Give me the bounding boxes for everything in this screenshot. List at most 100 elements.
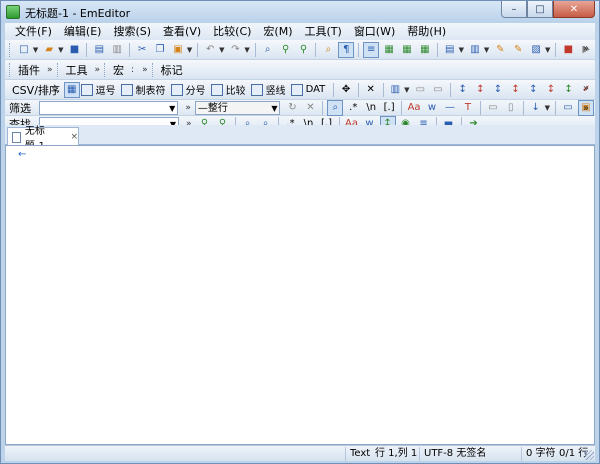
filter-arrow-dropdown-icon[interactable]: ▼ bbox=[545, 104, 550, 112]
config-dropdown-icon[interactable]: ▼ bbox=[459, 46, 464, 54]
new-dropdown-icon[interactable]: ▼ bbox=[33, 46, 38, 54]
menu-tools[interactable]: 工具(T) bbox=[299, 23, 348, 40]
record-macro-icon[interactable]: ■ bbox=[560, 42, 576, 58]
font-icon[interactable]: ▥ bbox=[467, 42, 483, 58]
sort-len-desc-icon[interactable]: ↕ bbox=[543, 82, 559, 98]
split-icon[interactable]: ▭ bbox=[413, 82, 429, 98]
toolbar-grip[interactable] bbox=[9, 42, 12, 57]
undo-dropdown-icon[interactable]: ▼ bbox=[219, 46, 224, 54]
menu-help[interactable]: 帮助(H) bbox=[401, 23, 452, 40]
print-icon[interactable]: ▤ bbox=[91, 42, 107, 58]
title-bar[interactable]: 无标题-1 - EmEditor – □ ✕ bbox=[1, 1, 599, 23]
columns-icon[interactable]: ▥ bbox=[387, 82, 403, 98]
paste-dropdown-icon[interactable]: ▼ bbox=[187, 46, 192, 54]
move-cursor-icon[interactable]: ✥ bbox=[338, 82, 354, 98]
sort-num-desc-icon[interactable]: ↕ bbox=[508, 82, 524, 98]
tools-icon[interactable]: ✕ bbox=[363, 82, 379, 98]
outline-icon[interactable]: ▧ bbox=[528, 42, 544, 58]
save-icon[interactable]: ■ bbox=[67, 42, 83, 58]
replace-icon[interactable]: ⚲ bbox=[296, 42, 312, 58]
line-icon[interactable]: — bbox=[442, 100, 458, 116]
menu-window[interactable]: 窗口(W) bbox=[348, 23, 401, 40]
sort-desc-icon[interactable]: ↕ bbox=[472, 82, 488, 98]
sort-asc-icon[interactable]: ↕ bbox=[455, 82, 471, 98]
whole-word-icon[interactable]: [.] bbox=[381, 100, 397, 116]
paste-icon[interactable]: ▣ bbox=[170, 42, 186, 58]
filter-input[interactable]: ▼ bbox=[38, 100, 179, 115]
wrap-window-icon[interactable]: ▦ bbox=[381, 42, 397, 58]
chevron-down-icon[interactable]: ▼ bbox=[271, 104, 277, 113]
tools-label[interactable]: 工具 bbox=[63, 62, 91, 78]
macros-label[interactable]: 宏 bbox=[110, 62, 127, 78]
font-dropdown-icon[interactable]: ▼ bbox=[484, 46, 489, 54]
markers-label[interactable]: 标记 bbox=[158, 62, 186, 78]
match-case-icon[interactable]: Aa bbox=[406, 100, 422, 116]
plugins-overflow-icon[interactable]: » bbox=[47, 65, 53, 75]
copy-icon[interactable]: ❐ bbox=[152, 42, 168, 58]
columns-dropdown-icon[interactable]: ▼ bbox=[404, 86, 409, 94]
close-button[interactable]: ✕ bbox=[553, 1, 595, 18]
undo-icon[interactable]: ↶ bbox=[202, 42, 218, 58]
maximize-button[interactable]: □ bbox=[527, 1, 553, 18]
redo-icon[interactable]: ↷ bbox=[228, 42, 244, 58]
plugins-label[interactable]: 插件 bbox=[15, 62, 43, 78]
toolbar-overflow-icon[interactable]: » bbox=[583, 43, 589, 54]
status-position[interactable]: 行 1,列 1 bbox=[371, 447, 417, 461]
escape-icon[interactable]: \n bbox=[363, 100, 379, 116]
open-folder-icon[interactable]: ▰ bbox=[41, 42, 57, 58]
join-icon[interactable]: ▭ bbox=[430, 82, 446, 98]
minimize-button[interactable]: – bbox=[501, 1, 527, 18]
sort-num-asc-icon[interactable]: ↕ bbox=[490, 82, 506, 98]
toolbar-grip[interactable] bbox=[151, 62, 155, 77]
status-encoding[interactable]: UTF-8 无签名 bbox=[419, 447, 486, 461]
tab-close-icon[interactable]: × bbox=[70, 132, 78, 142]
csv-toolbar-overflow-icon[interactable]: » bbox=[583, 83, 589, 94]
menu-file[interactable]: 文件(F) bbox=[9, 23, 58, 40]
find-in-files-icon[interactable]: ⌕ bbox=[320, 42, 336, 58]
toolbar-grip[interactable] bbox=[9, 62, 12, 77]
menu-edit[interactable]: 编辑(E) bbox=[58, 23, 108, 40]
outline-dropdown-icon[interactable]: ▼ bbox=[545, 46, 550, 54]
csv-semicolon-button[interactable]: 分号 bbox=[170, 82, 206, 97]
csv-pipe-button[interactable]: 竖线 bbox=[250, 82, 286, 97]
menu-search[interactable]: 搜索(S) bbox=[107, 23, 157, 40]
chevron-down-icon[interactable]: ▼ bbox=[169, 104, 175, 113]
text-editor[interactable]: ← bbox=[5, 145, 595, 445]
filter-text-icon[interactable]: T bbox=[460, 100, 476, 116]
wrap-chars-icon[interactable]: ▦ bbox=[399, 42, 415, 58]
cut-icon[interactable]: ✂ bbox=[134, 42, 150, 58]
csv-normal-icon[interactable]: ▦ bbox=[63, 81, 80, 98]
filter-mode-select[interactable]: —整行 ▼ bbox=[194, 100, 281, 115]
toolbar-grip[interactable] bbox=[104, 62, 107, 77]
wrap-none-icon[interactable]: ≡ bbox=[363, 41, 380, 58]
wrap-page-icon[interactable]: ▦ bbox=[417, 42, 433, 58]
filter-window-icon[interactable]: ▭ bbox=[560, 100, 576, 116]
filter-overflow-icon[interactable]: » bbox=[185, 103, 191, 113]
csv-compare-button[interactable]: 比较 bbox=[210, 82, 246, 97]
config-icon[interactable]: ▤ bbox=[442, 42, 458, 58]
properties-icon[interactable]: ✎ bbox=[492, 42, 508, 58]
sort-more-icon[interactable]: ↕ bbox=[561, 82, 577, 98]
filter-refresh-icon[interactable]: ↻ bbox=[284, 100, 300, 116]
status-mode[interactable]: Text bbox=[345, 447, 370, 461]
macros-overflow-icon[interactable]: » bbox=[142, 65, 148, 75]
customize-icon[interactable]: ✎ bbox=[510, 42, 526, 58]
filter-advanced-icon[interactable]: ⌕ bbox=[327, 99, 344, 116]
new-file-icon[interactable]: □ bbox=[16, 42, 32, 58]
toggle-marks-icon[interactable]: ¶ bbox=[338, 41, 355, 58]
filter-bar-overflow-icon[interactable]: » bbox=[583, 103, 589, 114]
find-icon[interactable]: ⌕ bbox=[260, 42, 276, 58]
find-next-icon[interactable]: ⚲ bbox=[278, 42, 294, 58]
csv-tab-button[interactable]: 制表符 bbox=[120, 82, 166, 97]
menu-macros[interactable]: 宏(M) bbox=[257, 23, 298, 40]
resize-grip-icon[interactable] bbox=[584, 450, 594, 460]
print-preview-icon[interactable]: ▥ bbox=[109, 42, 125, 58]
csv-dat-button[interactable]: DAT bbox=[290, 83, 325, 96]
tools-overflow-icon[interactable]: » bbox=[95, 65, 101, 75]
menu-compare[interactable]: 比较(C) bbox=[207, 23, 257, 40]
filter-arrow-icon[interactable]: ↓ bbox=[528, 100, 544, 116]
tab-untitled-1[interactable]: 无标题-1 × bbox=[7, 126, 79, 152]
filter-copy-icon[interactable]: ▭ bbox=[485, 100, 501, 116]
filter-clear-icon[interactable]: ✕ bbox=[302, 100, 318, 116]
wildcard-icon[interactable]: w bbox=[424, 100, 440, 116]
